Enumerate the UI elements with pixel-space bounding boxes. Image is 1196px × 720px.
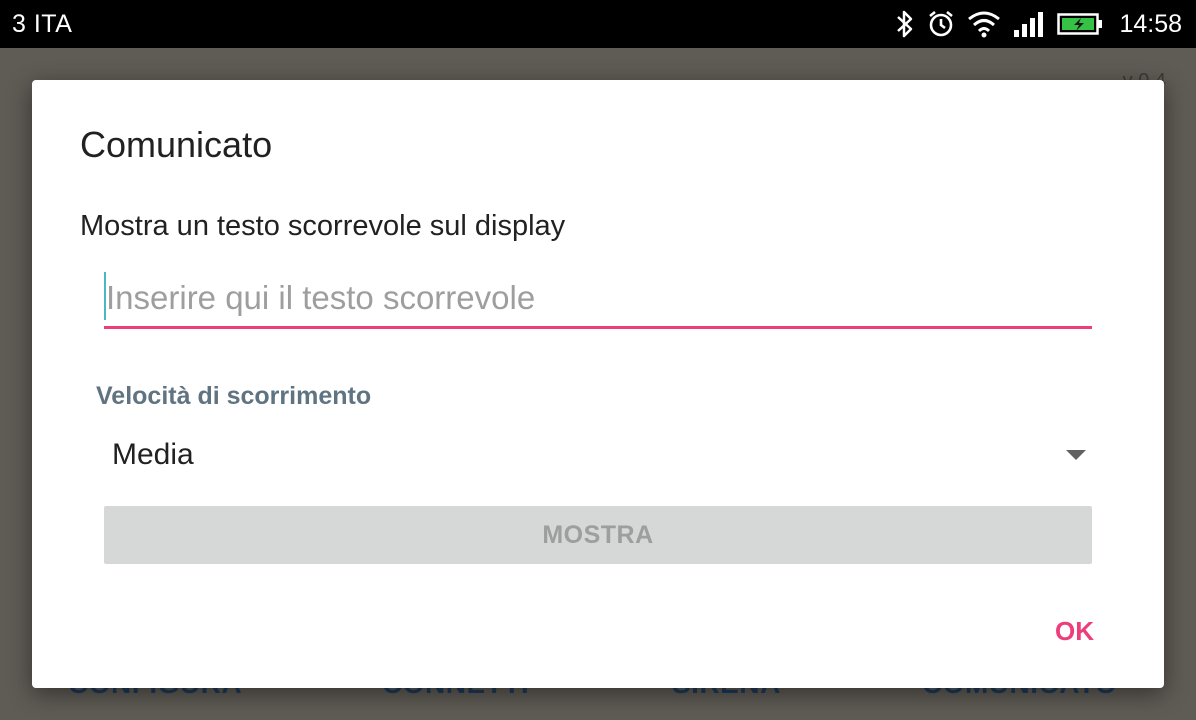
status-bar: 3 ITA 14:58	[0, 0, 1196, 48]
signal-icon	[1013, 10, 1045, 38]
speed-dropdown[interactable]: Media	[104, 426, 1092, 486]
dialog-message: Mostra un testo scorrevole sul display	[80, 210, 566, 242]
dialog-title: Comunicato	[80, 124, 273, 165]
show-button[interactable]: MOSTRA	[104, 506, 1092, 564]
status-clock: 14:58	[1119, 9, 1182, 38]
ok-button[interactable]: OK	[1055, 616, 1094, 647]
input-underline	[104, 326, 1092, 329]
scrolling-text-field[interactable]	[104, 270, 1092, 330]
bluetooth-icon	[895, 9, 915, 39]
alarm-icon	[927, 9, 955, 39]
scrolling-text-input[interactable]	[104, 270, 1092, 326]
dropdown-arrow-icon	[1066, 450, 1086, 460]
battery-charging-icon	[1057, 12, 1103, 36]
status-icons: 14:58	[895, 6, 1182, 42]
carrier-name: 3 ITA	[12, 10, 73, 38]
speed-label: Velocità di scorrimento	[96, 382, 372, 410]
wifi-icon	[967, 10, 1001, 38]
speed-selected-value: Media	[112, 438, 194, 471]
comunicato-dialog: Comunicato Mostra un testo scorrevole su…	[32, 80, 1164, 688]
